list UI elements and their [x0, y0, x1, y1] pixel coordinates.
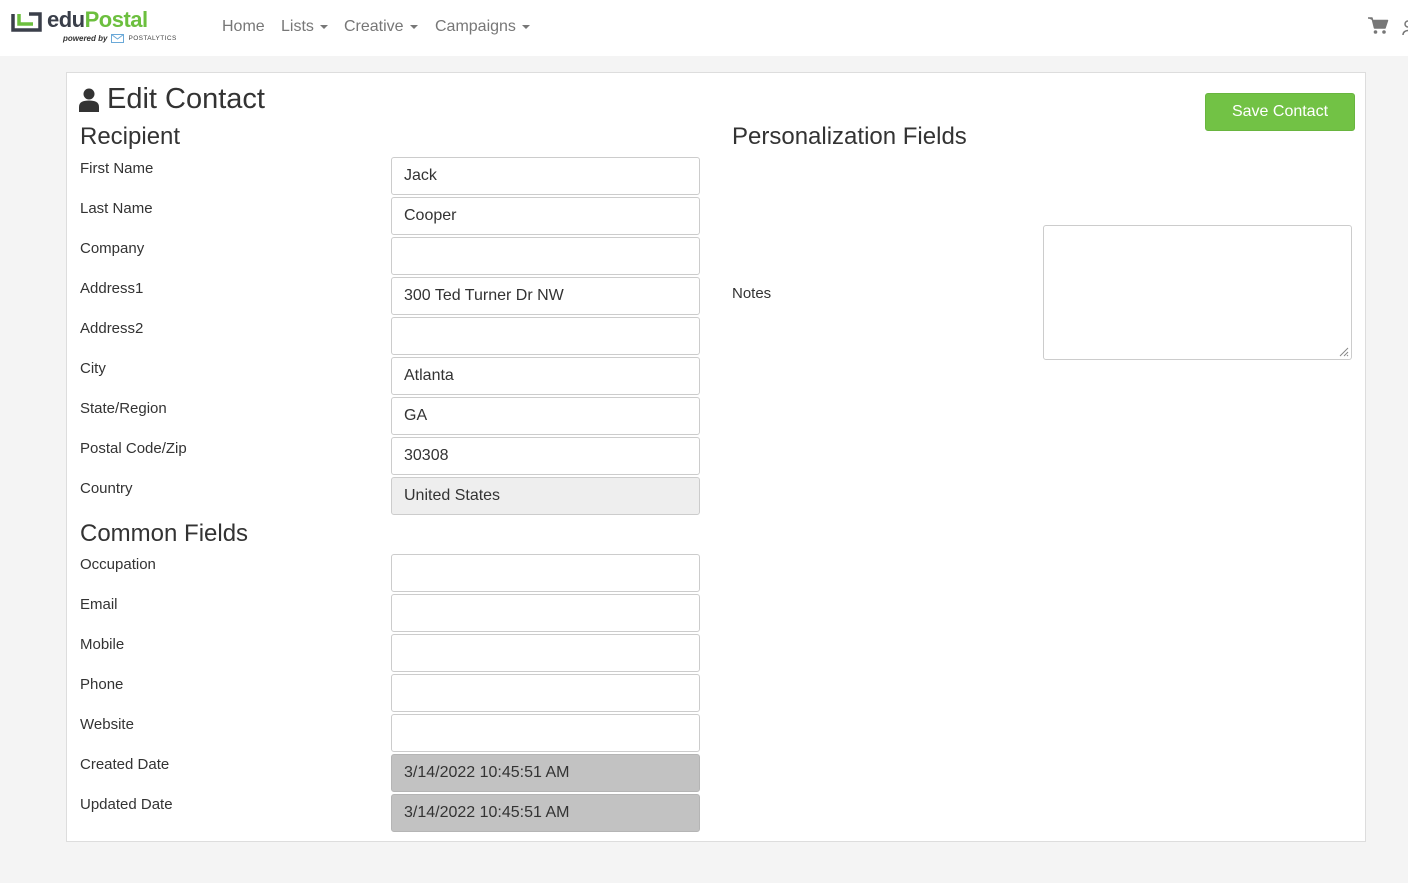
- recipient-heading: Recipient: [80, 123, 181, 150]
- postal-code-label: Postal Code/Zip: [80, 440, 187, 457]
- address2-label: Address2: [80, 320, 144, 337]
- notes-label: Notes: [732, 285, 772, 302]
- nav-creative[interactable]: Creative: [344, 18, 418, 36]
- address1-label: Address1: [80, 280, 144, 297]
- country-label: Country: [80, 480, 133, 497]
- logo-mark-icon: [11, 12, 42, 32]
- created-date-label: Created Date: [80, 756, 170, 773]
- email-label: Email: [80, 596, 118, 613]
- city-label: City: [80, 360, 106, 377]
- phone-input[interactable]: [391, 674, 700, 712]
- state-region-label: State/Region: [80, 400, 167, 417]
- save-contact-button[interactable]: Save Contact: [1205, 93, 1355, 131]
- user-menu-icon[interactable]: [1402, 18, 1408, 36]
- last-name-input[interactable]: Cooper: [391, 197, 700, 235]
- email-input[interactable]: [391, 594, 700, 632]
- nav-campaigns[interactable]: Campaigns: [435, 18, 530, 36]
- first-name-label: First Name: [80, 160, 154, 177]
- personalization-fields-heading: Personalization Fields: [732, 123, 967, 150]
- address2-input[interactable]: [391, 317, 700, 355]
- postal-code-input[interactable]: 30308: [391, 437, 700, 475]
- updated-date-label: Updated Date: [80, 796, 173, 813]
- company-label: Company: [80, 240, 145, 257]
- state-region-input[interactable]: GA: [391, 397, 700, 435]
- phone-label: Phone: [80, 676, 124, 693]
- website-label: Website: [80, 716, 134, 733]
- mobile-label: Mobile: [80, 636, 125, 653]
- edupostal-logo[interactable]: eduPostal powered by POSTALYTICS: [11, 7, 181, 45]
- updated-date-input: 3/14/2022 10:45:51 AM: [391, 794, 700, 832]
- logo-wordmark: eduPostal: [47, 7, 148, 32]
- page-title: Edit Contact: [79, 83, 265, 116]
- occupation-input[interactable]: [391, 554, 700, 592]
- notes-textarea[interactable]: [1043, 225, 1352, 360]
- user-icon: [79, 88, 99, 112]
- logo-tagline: powered by POSTALYTICS: [63, 34, 177, 43]
- last-name-label: Last Name: [80, 200, 153, 217]
- address1-input[interactable]: 300 Ted Turner Dr NW: [391, 277, 700, 315]
- country-input[interactable]: United States: [391, 477, 700, 515]
- nav-home[interactable]: Home: [222, 18, 265, 36]
- website-input[interactable]: [391, 714, 700, 752]
- mobile-input[interactable]: [391, 634, 700, 672]
- shopping-cart-icon[interactable]: [1368, 17, 1389, 35]
- first-name-input[interactable]: Jack: [391, 157, 700, 195]
- resize-grip-icon[interactable]: [1337, 345, 1349, 357]
- envelope-icon: [111, 34, 125, 43]
- company-input[interactable]: [391, 237, 700, 275]
- occupation-label: Occupation: [80, 556, 156, 573]
- common-fields-heading: Common Fields: [80, 520, 249, 547]
- top-navbar: eduPostal powered by POSTALYTICS Home Li…: [0, 0, 1408, 56]
- caret-down-icon: [521, 24, 530, 29]
- nav-lists[interactable]: Lists: [281, 18, 328, 36]
- city-input[interactable]: Atlanta: [391, 357, 700, 395]
- caret-down-icon: [409, 24, 418, 29]
- edit-contact-panel: Edit Contact Save Contact Recipient Firs…: [66, 72, 1366, 842]
- created-date-input: 3/14/2022 10:45:51 AM: [391, 754, 700, 792]
- caret-down-icon: [319, 24, 328, 29]
